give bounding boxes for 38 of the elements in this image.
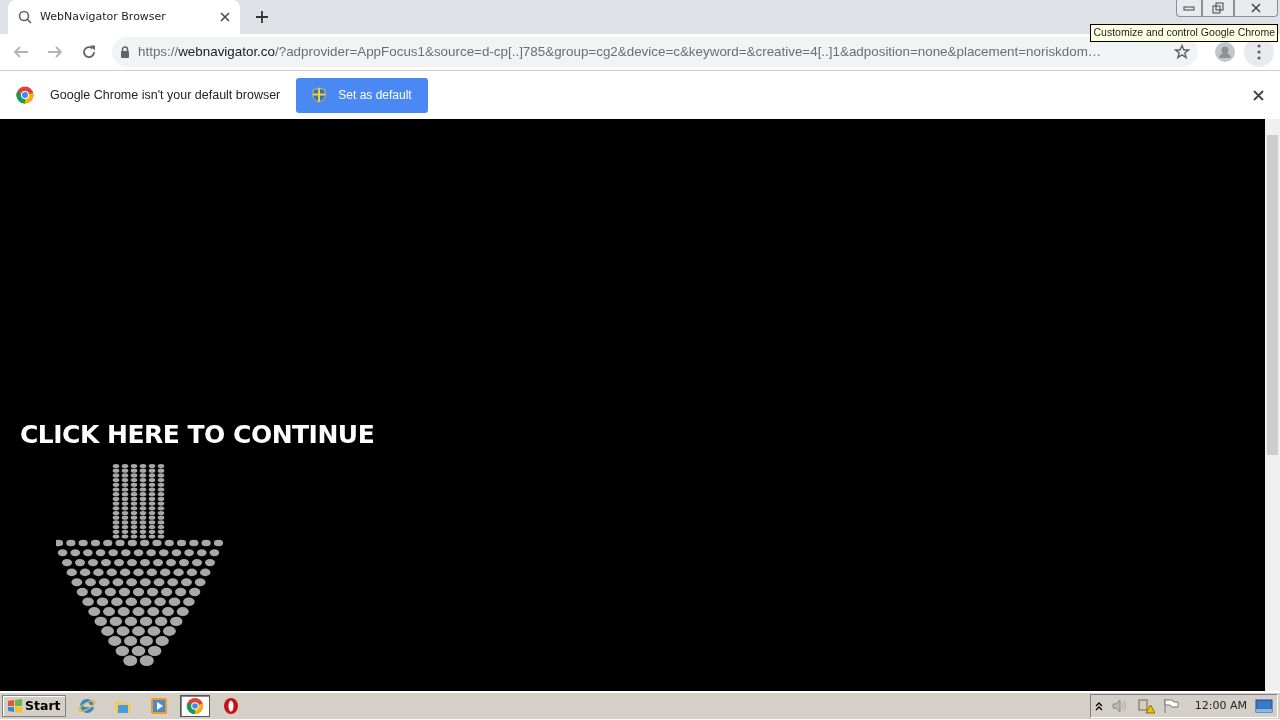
tooltip: Customize and control Google Chrome [1090,24,1278,42]
minimize-button[interactable] [1176,0,1202,17]
close-button[interactable] [1234,0,1278,17]
chrome-logo-icon [16,86,34,104]
close-icon[interactable] [220,12,230,22]
shield-icon [312,87,327,103]
plus-icon [255,9,269,24]
chevron-up-icon[interactable] [1094,701,1103,711]
show-desktop-icon[interactable] [1255,699,1273,713]
start-button[interactable]: Start [2,695,66,717]
url-text: https://webnavigator.co/?adprovider=AppFocus1&source=d-cp[..]785&group=cg2&device=c&keyword=&creative=4[..]1&adposition=none&placement=noriskdom… [138,42,1103,61]
close-icon[interactable] [1253,89,1264,101]
ie-icon [77,697,96,715]
taskbar-button[interactable] [179,695,210,717]
more-icon [1257,44,1261,60]
chrome-logo-icon [185,697,204,715]
scrollbar[interactable] [1265,119,1280,691]
windows-logo-icon [7,699,23,713]
tab-title: WebNavigator Browser [40,8,167,25]
star-icon[interactable] [1174,44,1190,60]
reload-icon [81,44,97,60]
continue-heading[interactable]: CLICK HERE TO CONTINUE [20,419,1245,451]
lock-icon [120,46,130,58]
infobar-message: Google Chrome isn't your default browser [50,86,281,104]
flag-icon[interactable] [1162,698,1179,714]
network-icon[interactable] [1136,698,1155,714]
person-icon [1215,42,1235,62]
back-arrow-icon [13,44,29,60]
play-icon [149,697,168,715]
restore-button[interactable] [1202,0,1234,17]
search-icon [18,10,32,24]
forward-arrow-icon [47,44,63,60]
opera-icon [221,697,240,715]
restore-icon [1212,2,1224,14]
address-bar[interactable]: https://webnavigator.co/?adprovider=AppFocus1&source=d-cp[..]785&group=cg2&device=c&keyword=&creative=4[..]1&adposition=none&placement=noriskdom… [112,37,1198,67]
speaker-icon[interactable] [1110,698,1129,714]
browser-tab[interactable]: WebNavigator Browser [8,0,240,34]
close-icon [1250,2,1262,14]
